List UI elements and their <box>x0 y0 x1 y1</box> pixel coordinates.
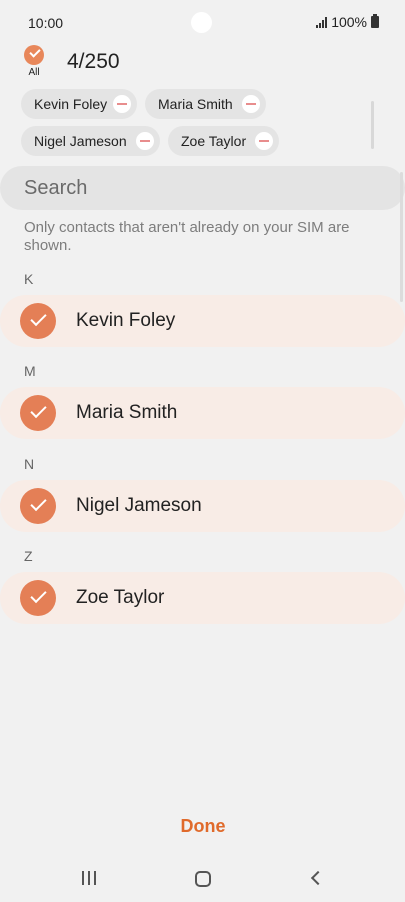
chip-label: Kevin Foley <box>34 96 108 112</box>
contact-row-kevin-foley[interactable]: Kevin Foley <box>0 295 405 347</box>
chip-label: Nigel Jameson <box>34 133 127 149</box>
section-header-z: Z <box>24 548 33 564</box>
check-icon <box>24 45 44 65</box>
check-icon[interactable] <box>20 395 56 431</box>
screen: 10:00 100% All 4/250 Kevin Foley Maria S… <box>0 0 405 902</box>
select-all-checkbox[interactable]: All <box>22 45 46 78</box>
chip-kevin-foley[interactable]: Kevin Foley <box>21 89 137 119</box>
remove-icon[interactable] <box>242 95 260 113</box>
status-indicators: 100% <box>316 14 379 30</box>
remove-icon[interactable] <box>136 132 154 150</box>
home-icon[interactable] <box>195 871 211 887</box>
section-header-k: K <box>24 271 34 287</box>
selected-count: 4/250 <box>67 50 120 73</box>
contact-row-zoe-taylor[interactable]: Zoe Taylor <box>0 572 405 624</box>
remove-icon[interactable] <box>255 132 273 150</box>
check-icon[interactable] <box>20 488 56 524</box>
recent-apps-icon[interactable] <box>82 871 96 885</box>
chip-label: Zoe Taylor <box>181 133 247 149</box>
section-header-n: N <box>24 456 35 472</box>
battery-percentage: 100% <box>331 14 367 30</box>
contact-name: Nigel Jameson <box>76 495 202 516</box>
remove-icon[interactable] <box>113 95 131 113</box>
section-header-m: M <box>24 363 36 379</box>
sim-hint-text: Only contacts that aren't already on you… <box>24 219 350 254</box>
check-icon[interactable] <box>20 303 56 339</box>
chips-scrollbar[interactable] <box>371 101 374 149</box>
signal-icon <box>316 16 328 28</box>
done-button[interactable]: Done <box>162 816 244 840</box>
contact-name: Zoe Taylor <box>76 587 165 608</box>
back-icon[interactable] <box>310 870 326 886</box>
battery-icon <box>371 14 379 28</box>
check-icon[interactable] <box>20 580 56 616</box>
contact-name: Maria Smith <box>76 402 178 423</box>
contact-row-maria-smith[interactable]: Maria Smith <box>0 387 405 439</box>
chip-maria-smith[interactable]: Maria Smith <box>145 89 266 119</box>
chip-label: Maria Smith <box>158 96 233 112</box>
contact-name: Kevin Foley <box>76 310 176 331</box>
status-time: 10:00 <box>28 15 64 31</box>
chip-nigel-jameson[interactable]: Nigel Jameson <box>21 126 160 156</box>
contact-row-nigel-jameson[interactable]: Nigel Jameson <box>0 480 405 532</box>
search-input[interactable]: Search <box>0 166 405 210</box>
chip-zoe-taylor[interactable]: Zoe Taylor <box>168 126 279 156</box>
front-camera <box>191 12 212 33</box>
list-scrollbar[interactable] <box>400 172 403 302</box>
status-bar: 10:00 100% <box>0 0 405 44</box>
select-all-label: All <box>28 67 40 78</box>
search-placeholder: Search <box>24 176 88 199</box>
